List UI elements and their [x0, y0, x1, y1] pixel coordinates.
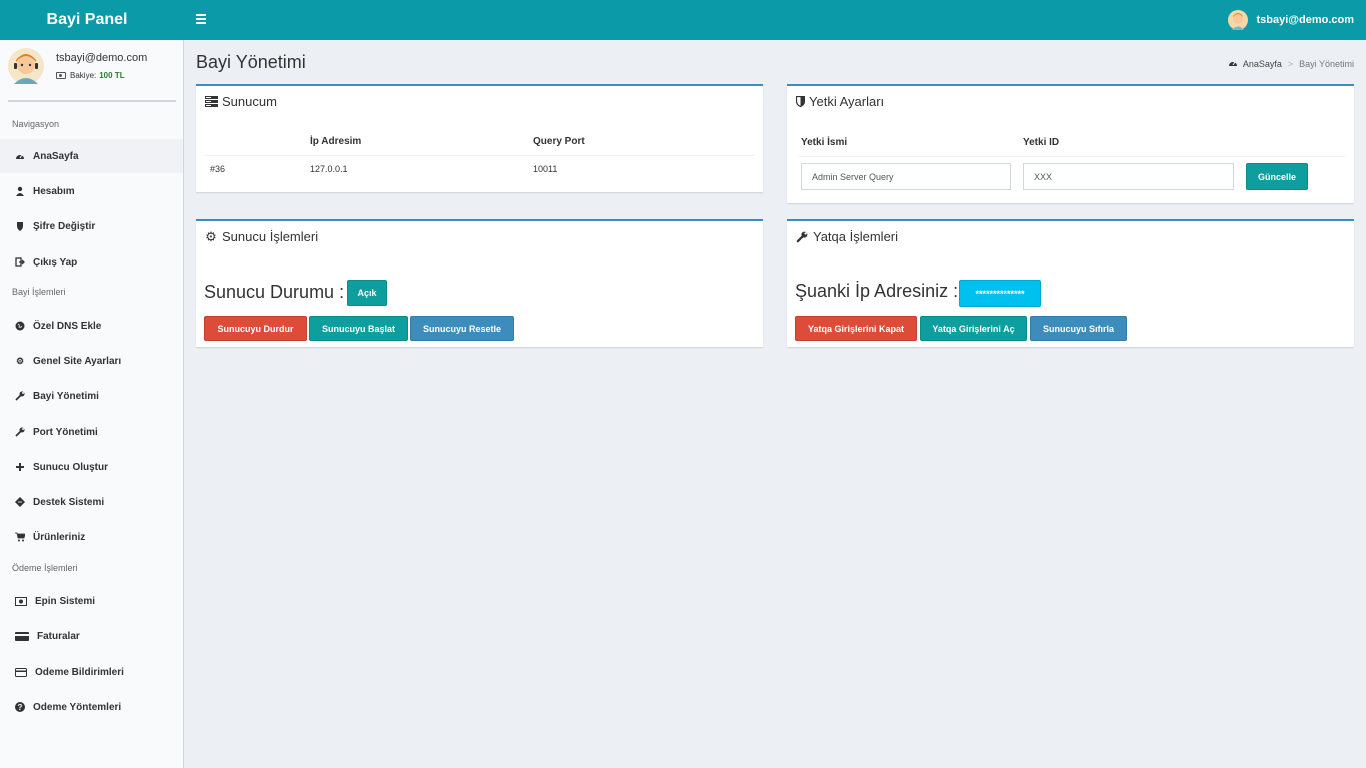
sidebar-item-epin-sistemi[interactable]: Epin Sistemi	[0, 584, 183, 618]
question-icon: ?	[15, 702, 25, 712]
gear-icon: ⚙	[15, 355, 25, 366]
nav-header-odeme-islemleri: Ödeme İşlemleri	[12, 563, 78, 573]
server-table: İp Adresim Query Port #36 127.0.0.1 1001…	[204, 129, 755, 183]
cart-icon	[15, 532, 25, 542]
avatar-icon	[1228, 10, 1249, 30]
sunucu-durumu-label: Sunucu Durumu :	[204, 282, 345, 302]
sidebar-item-odeme-yontemleri[interactable]: ? Odeme Yöntemleri	[0, 690, 183, 724]
wrench-icon	[15, 427, 25, 437]
yatqa-kapat-button[interactable]: Yatqa Girişlerini Kapat	[795, 316, 917, 341]
yetki-isim-input[interactable]	[801, 163, 1011, 190]
sidebar-item-sunucu-olustur[interactable]: Sunucu Oluştur	[0, 450, 183, 484]
credit-card-icon	[15, 631, 29, 641]
globe-icon	[15, 321, 25, 331]
user-panel: tsbayi@demo.com Bakiye: 100 TL	[8, 48, 178, 98]
column-header: İp Adresim	[304, 129, 527, 156]
breadcrumb-separator: >	[1287, 58, 1294, 69]
yetki-isim-label: Yetki İsmi	[801, 137, 848, 148]
sunucum-box: Sunucum İp Adresim Query Port #36 127.0.…	[196, 84, 763, 192]
sidebar-item-urunleriniz[interactable]: Ürünleriniz	[0, 520, 183, 554]
sunucuyu-resetle-button[interactable]: Sunucuyu Resetle	[410, 316, 514, 341]
sidebar-item-cikis-yap[interactable]: Çıkış Yap	[0, 245, 183, 279]
top-navbar: Bayi Panel tsbayi@demo.com	[0, 0, 1366, 40]
sidebar-item-odeme-bildirimleri[interactable]: Odeme Bildirimleri	[0, 655, 183, 689]
gear-icon: ⚙	[205, 228, 217, 244]
sunucuyu-sifirla-button[interactable]: Sunucuyu Sıfırla	[1030, 316, 1127, 341]
ticket-icon	[15, 497, 25, 507]
column-header: Query Port	[527, 129, 755, 156]
ip-adresi-label: Şuanki İp Adresiniz :	[795, 281, 959, 301]
money-icon	[56, 72, 66, 79]
box-title: Sunucum	[204, 94, 277, 109]
dashboard-icon	[15, 151, 25, 161]
sidebar-item-bayi-yonetimi[interactable]: Bayi Yönetimi	[0, 379, 183, 413]
server-query-port: 10011	[533, 164, 558, 175]
yatqa-islemleri-box: Yatqa İşlemleri Şuanki İp Adresiniz : **…	[787, 219, 1354, 347]
nav-header-navigasyon: Navigasyon	[12, 119, 60, 129]
sidebar-item-genel-site-ayarlari[interactable]: ⚙ Genel Site Ayarları	[0, 344, 183, 378]
yetki-id-label: Yetki ID	[1023, 137, 1060, 148]
credit-card-icon	[15, 667, 27, 677]
svg-text:?: ?	[18, 703, 23, 712]
server-icon	[204, 95, 218, 109]
nav-header-bayi-islemleri: Bayi İşlemleri	[12, 287, 66, 297]
divider	[799, 156, 1345, 157]
sunucu-durumu-badge: Açık	[347, 280, 387, 306]
wrench-icon	[15, 391, 25, 401]
shield-icon	[15, 221, 25, 231]
table-header-row: İp Adresim Query Port	[204, 129, 755, 156]
page-title: Bayi Yönetimi	[196, 52, 306, 72]
ip-adresi-value: **************	[959, 280, 1041, 307]
box-title: ⚙ Sunucu İşlemleri	[205, 228, 319, 245]
sidebar-toggle-icon[interactable]	[196, 14, 206, 24]
sunucuyu-baslat-button[interactable]: Sunucuyu Başlat	[309, 316, 408, 341]
guncelle-button[interactable]: Güncelle	[1246, 163, 1308, 190]
money-icon	[15, 596, 27, 606]
sidebar-item-anasayfa[interactable]: AnaSayfa	[0, 139, 183, 173]
divider	[8, 100, 176, 102]
sidebar-item-destek-sistemi[interactable]: Destek Sistemi	[0, 485, 183, 519]
sidebar-item-ozel-dns-ekle[interactable]: Özel DNS Ekle	[0, 309, 183, 343]
sidebar-item-faturalar[interactable]: Faturalar	[0, 619, 183, 653]
sunucu-islemleri-box: ⚙ Sunucu İşlemleri Sunucu Durumu : Açık …	[196, 219, 763, 347]
column-header	[204, 129, 304, 156]
yetki-ayarlari-box: Yetki Ayarları Yetki İsmi Yetki ID Günce…	[787, 84, 1354, 203]
box-title: Yetki Ayarları	[795, 94, 884, 109]
dashboard-icon	[1228, 58, 1238, 69]
yatqa-ac-button[interactable]: Yatqa Girişlerini Aç	[920, 316, 1027, 341]
wrench-icon	[795, 230, 809, 244]
avatar-icon	[8, 48, 44, 84]
user-email: tsbayi@demo.com	[56, 52, 148, 64]
header-user-email: tsbayi@demo.com	[1256, 14, 1354, 26]
breadcrumb: AnaSayfa > Bayi Yönetimi	[1228, 58, 1354, 69]
sidebar-item-sifre-degistir[interactable]: Şifre Değiştir	[0, 209, 183, 243]
sign-out-icon	[15, 257, 25, 267]
sidebar-item-port-yonetimi[interactable]: Port Yönetimi	[0, 415, 183, 449]
sidebar-item-hesabim[interactable]: Hesabım	[0, 174, 183, 208]
shield-icon	[795, 95, 805, 109]
sunucuyu-durdur-button[interactable]: Sunucuyu Durdur	[204, 316, 307, 341]
breadcrumb-home[interactable]: AnaSayfa	[1243, 59, 1282, 69]
box-title: Yatqa İşlemleri	[795, 229, 898, 244]
server-ip: 127.0.0.1	[310, 164, 348, 175]
user-icon	[15, 186, 25, 196]
plus-icon	[15, 462, 25, 472]
yetki-id-input[interactable]	[1023, 163, 1234, 190]
user-menu[interactable]: tsbayi@demo.com	[1228, 10, 1354, 30]
table-row: #36 127.0.0.1 10011	[204, 155, 755, 183]
breadcrumb-current: Bayi Yönetimi	[1299, 58, 1354, 69]
brand-logo[interactable]: Bayi Panel	[0, 0, 184, 40]
server-id: #36	[210, 164, 226, 175]
sidebar: tsbayi@demo.com Bakiye: 100 TL Navigasyon…	[0, 40, 184, 768]
balance: Bakiye: 100 TL	[56, 71, 125, 80]
